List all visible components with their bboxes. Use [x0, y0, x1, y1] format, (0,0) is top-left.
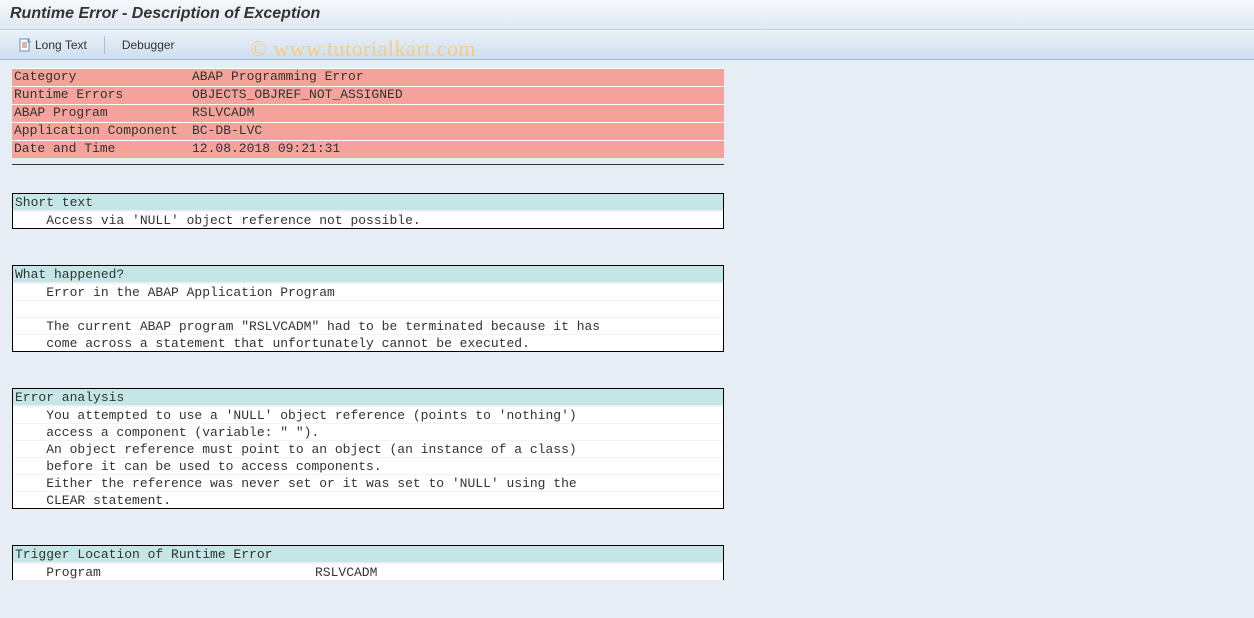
long-text-button[interactable]: Long Text [8, 34, 98, 56]
trigger-program-val: RSLVCADM [315, 564, 377, 580]
toolbar-separator [104, 36, 105, 54]
panel-line: An object reference must point to an obj… [13, 440, 723, 457]
summary-divider [12, 164, 724, 165]
content-area: Category ABAP Programming Error Runtime … [0, 60, 1254, 618]
panel-line: come across a statement that unfortunate… [13, 334, 723, 351]
summary-key: ABAP Program [12, 105, 192, 122]
panel-what-happened: What happened? Error in the ABAP Applica… [12, 265, 724, 352]
summary-val: RSLVCADM [192, 105, 724, 122]
panel-line: access a component (variable: " "). [13, 423, 723, 440]
panel-title: Short text [13, 194, 723, 211]
summary-row-runtime-errors: Runtime Errors OBJECTS_OBJREF_NOT_ASSIGN… [12, 86, 724, 104]
summary-val: 12.08.2018 09:21:31 [192, 141, 724, 158]
panel-line: You attempted to use a 'NULL' object ref… [13, 406, 723, 423]
panel-title: Error analysis [13, 389, 723, 406]
panel-title: Trigger Location of Runtime Error [13, 546, 723, 563]
summary-val: ABAP Programming Error [192, 69, 724, 86]
panel-line: Either the reference was never set or it… [13, 474, 723, 491]
summary-row-category: Category ABAP Programming Error [12, 68, 724, 86]
summary-key: Runtime Errors [12, 87, 192, 104]
panel-error-analysis: Error analysis You attempted to use a 'N… [12, 388, 724, 509]
long-text-label: Long Text [35, 38, 87, 52]
summary-key: Category [12, 69, 192, 86]
title-bar: Runtime Error - Description of Exception [0, 0, 1254, 30]
summary-table: Category ABAP Programming Error Runtime … [12, 68, 724, 158]
panel-line [13, 300, 723, 317]
debugger-button[interactable]: Debugger [111, 34, 186, 56]
panel-line: CLEAR statement. [13, 491, 723, 508]
summary-row-datetime: Date and Time 12.08.2018 09:21:31 [12, 140, 724, 158]
panel-line: The current ABAP program "RSLVCADM" had … [13, 317, 723, 334]
summary-val: OBJECTS_OBJREF_NOT_ASSIGNED [192, 87, 724, 104]
panel-line: Program RSLVCADM [13, 563, 723, 580]
toolbar: Long Text Debugger [0, 30, 1254, 60]
summary-row-app-component: Application Component BC-DB-LVC [12, 122, 724, 140]
panel-line: Error in the ABAP Application Program [13, 283, 723, 300]
debugger-label: Debugger [122, 38, 175, 52]
summary-key: Date and Time [12, 141, 192, 158]
panel-short-text: Short text Access via 'NULL' object refe… [12, 193, 724, 229]
trigger-program-key: Program [15, 564, 315, 580]
summary-row-abap-program: ABAP Program RSLVCADM [12, 104, 724, 122]
page-icon [19, 38, 31, 52]
summary-key: Application Component [12, 123, 192, 140]
panel-trigger-location: Trigger Location of Runtime Error Progra… [12, 545, 724, 580]
panel-line: Access via 'NULL' object reference not p… [13, 211, 723, 228]
summary-val: BC-DB-LVC [192, 123, 724, 140]
panel-line: before it can be used to access componen… [13, 457, 723, 474]
page-title: Runtime Error - Description of Exception [10, 5, 320, 22]
panel-title: What happened? [13, 266, 723, 283]
